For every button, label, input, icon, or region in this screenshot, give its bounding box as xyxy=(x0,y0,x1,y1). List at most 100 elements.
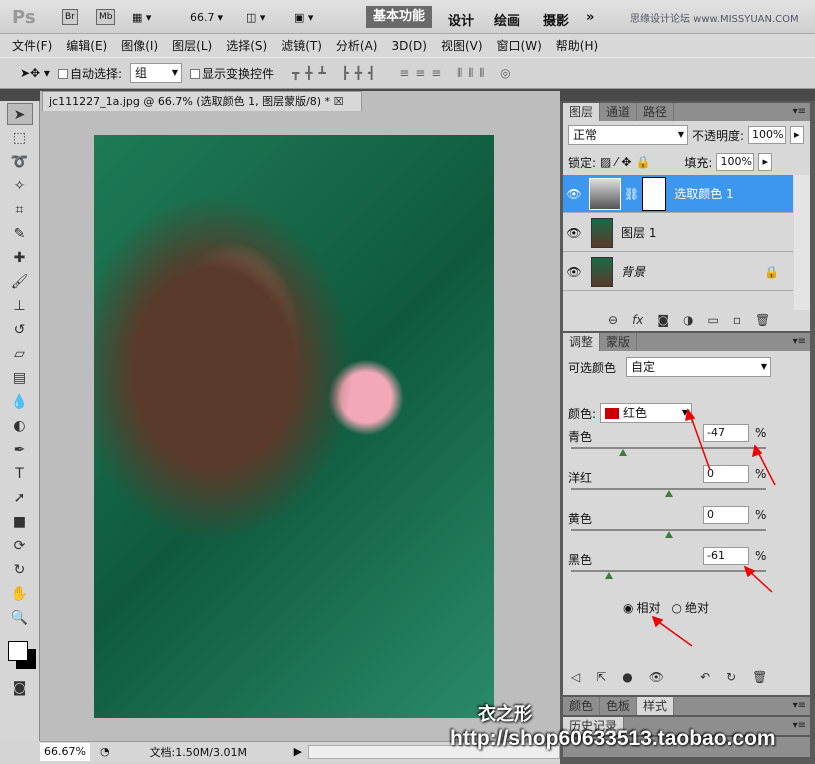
zoom-field[interactable]: 66.67% xyxy=(40,742,90,761)
menu-3d[interactable]: 3D(D) xyxy=(391,39,426,53)
new-layer-icon[interactable]: ▫ xyxy=(733,313,741,327)
document-tab[interactable]: jc111227_1a.jpg @ 66.7% (选取颜色 1, 图层蒙版/8)… xyxy=(42,91,362,111)
eyedropper-tool-icon[interactable]: ✎ xyxy=(7,223,33,245)
brush-tool-icon[interactable]: 🖌 xyxy=(7,271,33,293)
slider-handle[interactable] xyxy=(664,531,673,538)
slider-track[interactable] xyxy=(571,447,766,456)
history-brush-tool-icon[interactable]: ↺ xyxy=(7,319,33,341)
marquee-tool-icon[interactable]: ⬚ xyxy=(7,127,33,149)
screen-mode-dropdown[interactable]: ▣ ▾ xyxy=(294,8,313,26)
delete-icon[interactable]: 🗑 xyxy=(755,313,770,327)
menu-edit[interactable]: 编辑(E) xyxy=(66,37,107,54)
move-tool-icon[interactable]: ➤ xyxy=(6,103,33,125)
quick-select-tool-icon[interactable]: ✧ xyxy=(7,175,33,197)
menu-view[interactable]: 视图(V) xyxy=(441,37,483,54)
layers-scrollbar[interactable] xyxy=(794,175,810,310)
layer-name[interactable]: 背景 xyxy=(621,263,645,280)
tab-adjustments[interactable]: 调整 xyxy=(563,333,601,351)
distribute-buttons[interactable]: ≡≡≡ ⫴⫴⫴ ◎ xyxy=(399,66,516,81)
slider-handle[interactable] xyxy=(664,490,673,497)
lock-position-icon[interactable]: ✥ xyxy=(621,155,631,169)
align-buttons[interactable]: ┳╋┻ ┣╋┫ xyxy=(292,66,381,80)
new-adjustment-icon[interactable]: ◑ xyxy=(683,313,693,327)
preset-dropdown[interactable]: 自定 xyxy=(626,357,772,377)
panel-menu-icon[interactable]: ▾≡ xyxy=(793,717,810,735)
3d-orbit-tool-icon[interactable]: ↻ xyxy=(7,559,33,581)
opacity-input[interactable]: 100% xyxy=(748,126,787,144)
menu-layer[interactable]: 图层(L) xyxy=(172,37,212,54)
type-tool-icon[interactable]: T xyxy=(7,463,33,485)
canvas-photo[interactable] xyxy=(94,135,494,718)
lock-all-icon[interactable]: 🔒 xyxy=(635,155,650,169)
menu-filter[interactable]: 滤镜(T) xyxy=(281,37,322,54)
panel-menu-icon[interactable]: ▾≡ xyxy=(793,333,810,351)
menu-file[interactable]: 文件(F) xyxy=(12,37,52,54)
slider-value-input[interactable]: -47 xyxy=(703,424,749,442)
slider-value-input[interactable]: 0 xyxy=(703,465,749,483)
absolute-radio[interactable]: ○ xyxy=(672,601,682,615)
menu-image[interactable]: 图像(I) xyxy=(121,37,158,54)
layer-mask-thumbnail[interactable] xyxy=(642,176,667,211)
opacity-slider-button[interactable]: ▸ xyxy=(790,126,804,144)
clone-stamp-tool-icon[interactable]: ⊥ xyxy=(7,295,33,317)
relative-radio[interactable]: ◉ xyxy=(623,601,633,615)
visibility-eye-icon[interactable]: 👁 xyxy=(563,187,585,201)
blend-mode-dropdown[interactable]: 正常 xyxy=(568,125,688,145)
slider-track[interactable] xyxy=(571,529,766,538)
move-tool-preset[interactable]: ➤✥ ▾ xyxy=(20,66,50,80)
panel-menu-icon[interactable]: ▾≡ xyxy=(793,697,810,715)
workspace-painting[interactable]: 绘画 xyxy=(494,10,520,29)
zoom-dropdown[interactable]: 66.7 ▾ xyxy=(190,8,223,26)
add-mask-icon[interactable]: ◙ xyxy=(657,313,669,327)
back-arrow-icon[interactable]: ◁ xyxy=(571,670,580,684)
slider-track[interactable] xyxy=(571,570,766,579)
show-transform-checkbox[interactable]: 显示变换控件 xyxy=(190,65,274,82)
pen-tool-icon[interactable]: ✒ xyxy=(7,439,33,461)
close-tab-icon[interactable]: ☒ xyxy=(334,95,344,108)
tab-layers[interactable]: 图层 xyxy=(563,103,601,121)
zoom-tool-icon[interactable]: 🔍 xyxy=(7,607,33,629)
link-icon[interactable]: ⛓ xyxy=(624,187,639,201)
slider-value-input[interactable]: 0 xyxy=(703,506,749,524)
crop-tool-icon[interactable]: ⌗ xyxy=(7,199,33,221)
workspace-photography[interactable]: 摄影 xyxy=(543,10,569,29)
3d-rotate-tool-icon[interactable]: ⟳ xyxy=(7,535,33,557)
mini-bridge-button[interactable]: Mb xyxy=(96,9,116,25)
path-select-tool-icon[interactable]: ➚ xyxy=(7,487,33,509)
lock-pixels-icon[interactable]: ⁄ xyxy=(615,155,617,169)
fx-icon[interactable]: fx xyxy=(632,313,643,327)
tab-paths[interactable]: 路径 xyxy=(637,103,675,121)
link-layers-icon[interactable]: ⊖ xyxy=(608,313,618,327)
menu-analysis[interactable]: 分析(A) xyxy=(336,37,378,54)
visibility-eye-icon[interactable]: 👁 xyxy=(563,226,585,240)
dodge-tool-icon[interactable]: ◐ xyxy=(7,415,33,437)
menu-select[interactable]: 选择(S) xyxy=(226,37,267,54)
visibility-eye-icon[interactable]: 👁 xyxy=(563,265,585,279)
view-previous-icon[interactable]: ↶ xyxy=(700,670,710,684)
arrange-documents-dropdown[interactable]: ◫ ▾ xyxy=(246,8,265,26)
expand-view-icon[interactable]: ⇱ xyxy=(596,670,606,684)
shape-tool-icon[interactable]: ■ xyxy=(7,511,33,533)
color-swatches[interactable] xyxy=(0,631,39,675)
lock-transparent-icon[interactable]: ▨ xyxy=(600,155,611,169)
delete-icon[interactable]: 🗑 xyxy=(752,670,767,684)
new-group-icon[interactable]: ▭ xyxy=(708,313,719,327)
eraser-tool-icon[interactable]: ▱ xyxy=(7,343,33,365)
hand-tool-icon[interactable]: ✋ xyxy=(7,583,33,605)
blur-tool-icon[interactable]: 💧 xyxy=(7,391,33,413)
tab-masks[interactable]: 蒙版 xyxy=(600,333,638,351)
menu-window[interactable]: 窗口(W) xyxy=(497,37,542,54)
quick-mask-icon[interactable]: ◙ xyxy=(7,677,33,699)
foreground-color[interactable] xyxy=(8,641,28,661)
visibility-eye-icon[interactable]: 👁 xyxy=(649,670,664,684)
workspace-essentials[interactable]: 基本功能 xyxy=(366,6,432,28)
slider-handle[interactable] xyxy=(605,572,614,579)
layer-row[interactable]: 👁 图层 1 xyxy=(563,214,793,252)
tab-styles[interactable]: 样式 xyxy=(637,697,675,715)
fill-slider-button[interactable]: ▸ xyxy=(758,153,772,171)
more-workspaces-button[interactable]: » xyxy=(586,10,594,25)
tab-swatches[interactable]: 色板 xyxy=(600,697,638,715)
healing-brush-tool-icon[interactable]: ✚ xyxy=(7,247,33,269)
reset-icon[interactable]: ↻ xyxy=(726,670,736,684)
tab-channels[interactable]: 通道 xyxy=(600,103,638,121)
